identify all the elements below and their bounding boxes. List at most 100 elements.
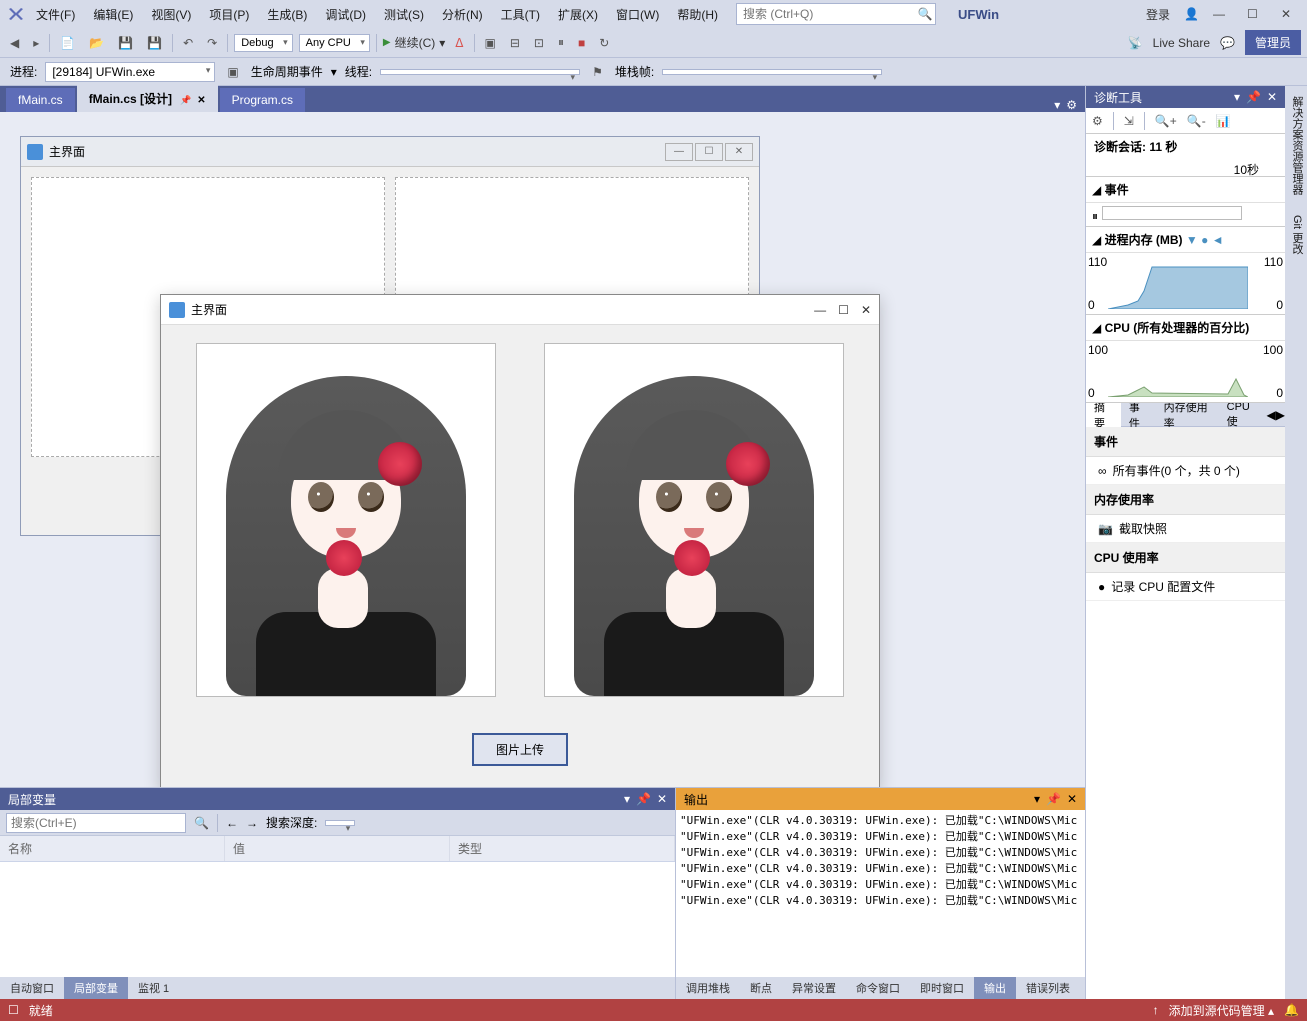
live-share-button[interactable]: Live Share [1153,36,1210,50]
search-box[interactable]: 🔍 [736,3,936,25]
tab-watch[interactable]: 监视 1 [128,977,179,999]
menu-test[interactable]: 测试(S) [376,2,432,27]
scroll-right-icon[interactable]: ▶ [1276,408,1285,422]
memory-chart[interactable]: 1100 1100 [1086,253,1285,315]
tab-program-cs[interactable]: Program.cs [220,88,305,112]
menu-extensions[interactable]: 扩展(X) [550,2,606,27]
menu-tools[interactable]: 工具(T) [493,2,548,27]
open-icon[interactable]: 📂 [85,34,108,52]
tab-output[interactable]: 输出 [974,977,1016,999]
live-share-icon[interactable]: 📡 [1128,36,1143,50]
pin-icon[interactable]: 📌 [180,95,191,105]
close-icon[interactable]: ✕ [1067,792,1077,806]
locals-search-input[interactable] [6,813,186,833]
admin-button[interactable]: 管理员 [1245,30,1301,55]
locals-grid[interactable]: 名称 值 类型 [0,836,675,977]
col-value[interactable]: 值 [225,836,450,861]
runtime-titlebar[interactable]: 主界面 — ☐ ✕ [161,295,879,325]
tab-autos[interactable]: 自动窗口 [0,977,64,999]
stop-icon[interactable]: ■ [574,34,589,52]
chart-icon[interactable]: 📊 [1216,114,1231,128]
redo-icon[interactable]: ↷ [203,34,221,52]
tab-locals[interactable]: 局部变量 [64,977,128,999]
tab-callstack[interactable]: 调用堆栈 [676,977,740,999]
tab-gear-icon[interactable]: ⚙ [1066,98,1077,112]
menu-window[interactable]: 窗口(W) [608,2,667,27]
gear-icon[interactable]: ⚙ [1092,114,1103,128]
depth-dropdown[interactable] [325,820,355,826]
undo-icon[interactable]: ↶ [179,34,197,52]
tab-breakpoints[interactable]: 断点 [740,977,782,999]
save-icon[interactable]: 💾 [114,34,137,52]
thread-dropdown[interactable] [380,69,580,75]
menu-build[interactable]: 生成(B) [259,2,315,27]
tab-fmain-cs[interactable]: fMain.cs [6,88,75,112]
runtime-close-icon[interactable]: ✕ [861,303,871,317]
new-icon[interactable]: 📄 [56,34,79,52]
pin-icon[interactable]: 📌 [1046,792,1061,806]
record-cpu-item[interactable]: ●记录 CPU 配置文件 [1086,573,1285,601]
upload-button[interactable]: 图片上传 [472,733,568,766]
output-header[interactable]: 输出 ▾📌✕ [676,788,1085,810]
login-link[interactable]: 登录 [1146,6,1170,23]
stackframe-dropdown[interactable] [662,69,882,75]
hot-reload-icon[interactable]: ᐃ [451,34,467,52]
step-over-icon[interactable]: ⊟ [506,34,524,52]
menu-project[interactable]: 项目(P) [201,2,257,27]
tab-exception[interactable]: 异常设置 [782,977,846,999]
tab-dropdown-icon[interactable]: ▾ [1054,98,1060,112]
platform-dropdown[interactable]: Any CPU [299,34,370,52]
search-input[interactable] [737,7,915,21]
runtime-window[interactable]: 主界面 — ☐ ✕ [160,294,880,787]
forward-icon[interactable]: ▸ [29,34,43,52]
diag-ruler[interactable]: 10秒 [1086,159,1285,177]
source-control-link[interactable]: 添加到源代码管理 ▴ [1169,1002,1274,1019]
menu-help[interactable]: 帮助(H) [669,2,726,27]
close-icon[interactable]: ✕ [657,792,667,806]
solution-explorer-tab[interactable]: 解决方案资源管理器 [1285,90,1307,201]
designer-surface[interactable]: 主界面 — ☐ ✕ 主界面 — [0,112,1085,787]
tab-cmd[interactable]: 命令窗口 [846,977,910,999]
process-dropdown[interactable]: [29184] UFWin.exe [45,62,215,82]
runtime-min-icon[interactable]: — [814,303,826,317]
feedback-icon[interactable]: 💬 [1220,36,1235,50]
step-icon[interactable]: ▣ [481,34,500,52]
nav-back-icon[interactable]: ← [226,816,238,830]
close-icon[interactable]: ✕ [1267,90,1277,104]
search-icon[interactable]: 🔍 [915,7,935,21]
dropdown-icon[interactable]: ▾ [1234,90,1240,104]
restart-icon[interactable]: ↻ [595,34,613,52]
snapshot-item[interactable]: 📷截取快照 [1086,515,1285,543]
pin-icon[interactable]: ▾ [1034,792,1040,806]
minimize-icon[interactable]: — [1213,7,1233,21]
col-type[interactable]: 类型 [450,836,675,861]
search-icon[interactable]: 🔍 [194,816,209,830]
pause-icon[interactable]: ⏸ [554,33,568,52]
continue-button[interactable]: 继续(C) ▾ [383,34,445,51]
git-changes-tab[interactable]: Git 更改 [1285,209,1307,260]
lifecycle-icon[interactable]: ▣ [223,63,242,81]
menu-file[interactable]: 文件(F) [28,2,83,27]
pin-icon[interactable]: 📌 [636,792,651,806]
export-icon[interactable]: ⇲ [1124,114,1134,128]
save-all-icon[interactable]: 💾 [143,34,166,52]
nav-forward-icon[interactable]: → [246,816,258,830]
maximize-icon[interactable]: ☐ [1247,7,1267,21]
menu-debug[interactable]: 调试(D) [317,2,374,27]
tab-errors[interactable]: 错误列表 [1016,977,1080,999]
events-all-item[interactable]: ∞所有事件(0 个，共 0 个) [1086,457,1285,485]
user-icon[interactable]: 👤 [1184,7,1199,21]
menu-view[interactable]: 视图(V) [143,2,199,27]
close-tab-icon[interactable]: ✕ [197,95,205,106]
config-dropdown[interactable]: Debug [234,34,292,52]
zoom-in-icon[interactable]: 🔍+ [1155,114,1177,128]
menu-analyze[interactable]: 分析(N) [434,2,491,27]
pause-icon[interactable]: ⏸ [1092,209,1098,223]
close-icon[interactable]: ✕ [1281,7,1301,21]
pin-icon[interactable]: ▾ [624,792,630,806]
tab-fmain-design[interactable]: fMain.cs [设计]📌✕ [77,85,218,112]
cpu-chart[interactable]: 1000 1000 [1086,341,1285,403]
flag-icon[interactable]: ⚑ [588,63,607,81]
scroll-left-icon[interactable]: ◀ [1267,408,1276,422]
col-name[interactable]: 名称 [0,836,225,861]
